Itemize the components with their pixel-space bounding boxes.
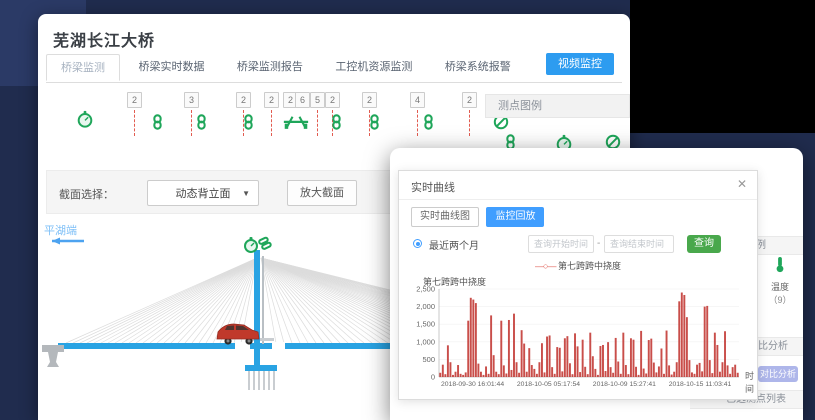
svg-text:1,000: 1,000 [416, 337, 435, 346]
temperature-label: 温度 [762, 280, 798, 293]
link-icon[interactable] [369, 114, 380, 135]
piles [249, 371, 274, 390]
thermometer-icon [775, 256, 785, 273]
svg-text:500: 500 [422, 355, 435, 364]
svg-text:2,500: 2,500 [416, 285, 435, 294]
svg-text:2018-10-09 15:27:41: 2018-10-09 15:27:41 [593, 381, 656, 388]
chart-legend[interactable]: —○— 第七跨跨中挠度 [399, 259, 757, 271]
tower-top-anemometer-icon[interactable] [259, 237, 272, 249]
start-time-input[interactable] [528, 235, 594, 253]
svg-text:0: 0 [431, 373, 435, 382]
tower-top-gauge-icon[interactable] [245, 237, 257, 252]
pile-cap [245, 365, 277, 371]
section-select-label: 截面选择： [59, 186, 114, 202]
dialog-tab-group: 实时曲线图 监控回放 [411, 207, 544, 227]
link-icon[interactable] [243, 114, 254, 135]
section-dropdown-value: 动态背立面 [176, 188, 231, 200]
link-icon[interactable] [196, 114, 207, 135]
sensor-count-badge: 2 [325, 92, 340, 108]
car [217, 324, 259, 345]
query-button[interactable]: 查询 [687, 235, 721, 253]
dialog-header: 实时曲线 ✕ [399, 171, 757, 200]
page-title: 芜湖长江大桥 [53, 27, 155, 51]
sensor-position-dash [271, 110, 272, 136]
tab-bridge-monitor[interactable]: 桥梁监测 [46, 54, 120, 81]
bridge-icon[interactable] [283, 114, 309, 134]
chevron-down-icon: ▼ [242, 181, 250, 207]
link-icon[interactable] [423, 114, 434, 135]
legend-panel: 测点图例 [485, 94, 630, 152]
sensor-count-badge: 5 [310, 92, 325, 108]
sensor-position-dash [134, 110, 135, 136]
tab-system-alarm[interactable]: 桥梁系统报警 [431, 54, 525, 81]
tower-rear-leg [262, 256, 264, 344]
bridge-end-label: 平湖端 [44, 224, 77, 237]
sensor-position-dash [469, 110, 470, 136]
compare-analysis-button[interactable]: 对比分析 [758, 366, 798, 382]
deflection-chart: 05001,0001,5002,0002,5002018-09-30 16:01… [439, 289, 739, 377]
bridge-tower [254, 250, 260, 371]
sensor-position-dash [317, 110, 318, 136]
legend-label: 第七跨跨中挠度 [558, 261, 621, 271]
sensor-count-badge: 4 [410, 92, 425, 108]
tab-realtime-data[interactable]: 桥梁实时数据 [124, 54, 218, 81]
direction-arrow-left [52, 238, 84, 245]
svg-text:1,500: 1,500 [416, 320, 435, 329]
sensor-count-badge: 3 [184, 92, 199, 108]
query-row: 最近两个月 - 查询 [399, 235, 757, 255]
x-axis-label: 时间 [745, 369, 757, 395]
legend-marker-icon: —○— [535, 261, 555, 271]
gauge-icon[interactable] [76, 110, 94, 133]
tab-monitor-playback[interactable]: 监控回放 [486, 207, 544, 227]
dialog-title: 实时曲线 [411, 179, 455, 195]
link-icon[interactable] [152, 114, 163, 135]
radio-label: 最近两个月 [429, 237, 479, 252]
radio-last-two-months[interactable] [413, 239, 422, 248]
temperature-count: （9） [762, 293, 798, 306]
close-icon[interactable]: ✕ [737, 178, 747, 190]
end-time-input[interactable] [604, 235, 674, 253]
deck-gap [272, 342, 285, 350]
link-icon[interactable] [331, 114, 342, 135]
sensor-strip: 23222652242 [38, 90, 508, 152]
realtime-curve-dialog: 实时曲线 ✕ 实时曲线图 监控回放 最近两个月 - 查询 —○— 第七跨跨中挠度… [398, 170, 758, 400]
sensor-position-dash [191, 110, 192, 136]
sensor-count-badge: 2 [264, 92, 279, 108]
video-blackout-area [630, 0, 815, 133]
svg-text:2018-09-30 16:01:44: 2018-09-30 16:01:44 [441, 381, 504, 388]
sensor-count-badge: 2 [127, 92, 142, 108]
left-pier [42, 345, 64, 367]
sensor-count-badge: 6 [295, 92, 310, 108]
time-range-separator: - [597, 238, 600, 249]
svg-text:2,000: 2,000 [416, 302, 435, 311]
sensor-count-badge: 2 [362, 92, 377, 108]
enlarge-section-button[interactable]: 放大截面 [287, 180, 357, 206]
screen: 芜湖长江大桥 桥梁监测 桥梁实时数据 桥梁监测报告 工控机资源监测 桥梁系统报警… [0, 0, 815, 420]
svg-text:2018-10-15 11:03:41: 2018-10-15 11:03:41 [669, 381, 732, 388]
tab-monitor-report[interactable]: 桥梁监测报告 [223, 54, 317, 81]
sensor-count-badge: 2 [462, 92, 477, 108]
sensor-count-badge: 2 [236, 92, 251, 108]
legend-item-temperature[interactable]: 温度 （9） [762, 256, 798, 306]
svg-text:2018-10-05 05:17:54: 2018-10-05 05:17:54 [517, 381, 580, 388]
legend-panel-header: 测点图例 [485, 94, 630, 118]
measure-point-window: 测点图例 温度 （9） 对比分析 对比分析 已选测点列表 实时曲线 ✕ 实时曲线… [390, 148, 803, 420]
tab-bar: 桥梁监测 桥梁实时数据 桥梁监测报告 工控机资源监测 桥梁系统报警 视频监控 [46, 54, 622, 83]
section-dropdown[interactable]: 动态背立面 ▼ [147, 180, 259, 206]
sensor-position-dash [417, 110, 418, 136]
tab-ipc-resource[interactable]: 工控机资源监测 [321, 54, 426, 81]
video-monitor-button[interactable]: 视频监控 [546, 53, 614, 75]
tab-realtime-curve[interactable]: 实时曲线图 [411, 207, 479, 227]
